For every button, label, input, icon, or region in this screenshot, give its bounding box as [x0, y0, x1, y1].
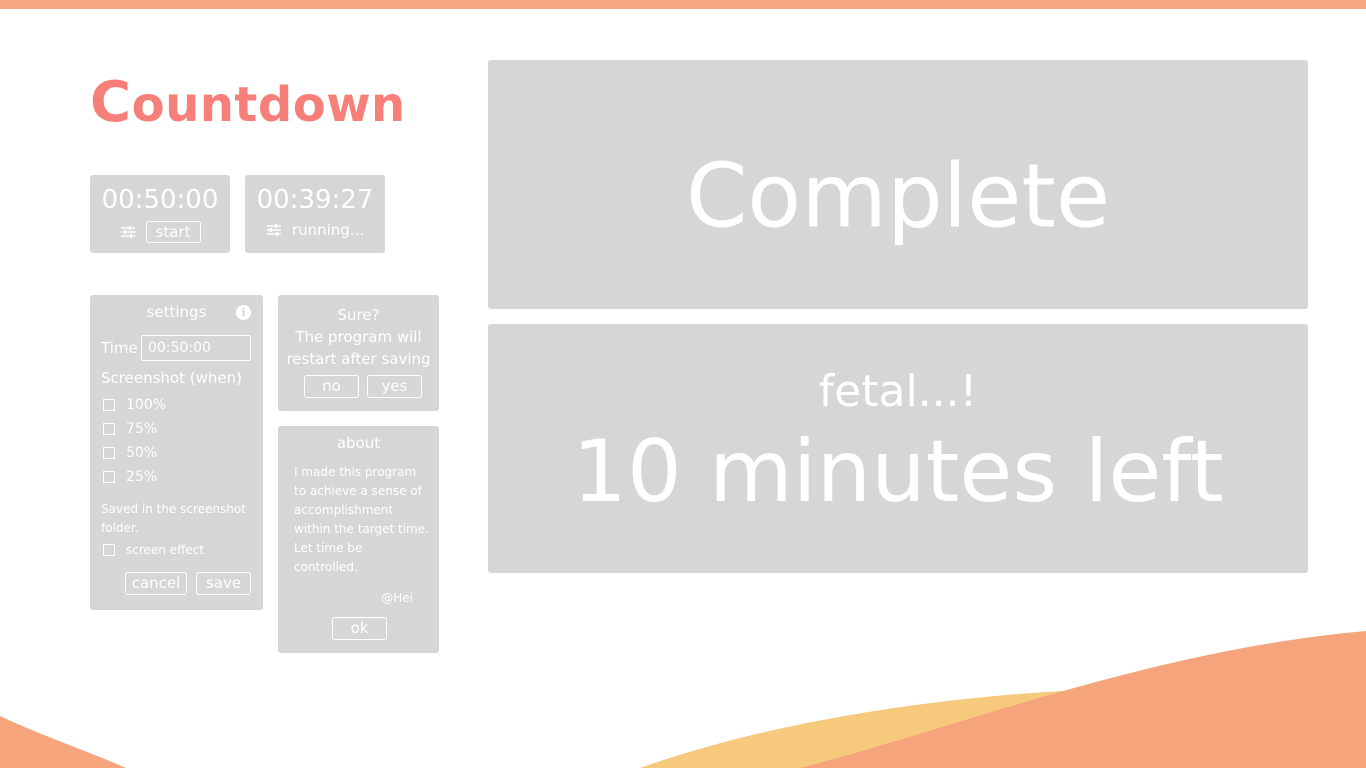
time-label: Time [101, 339, 138, 357]
complete-text: Complete [685, 144, 1111, 248]
wave-left [0, 716, 126, 768]
checkbox[interactable] [103, 471, 115, 483]
message-main-text: 10 minutes left [572, 422, 1224, 522]
cancel-button[interactable]: cancel [125, 572, 187, 595]
ok-button[interactable]: ok [332, 617, 387, 640]
option-label: 50% [126, 445, 158, 461]
timer-card-2: 00:39:27 running... [245, 175, 385, 253]
app-title-initial: C [90, 70, 132, 135]
option-25[interactable]: 25% [103, 469, 157, 485]
message-subtext: fetal...! [818, 366, 978, 417]
screenshot-note: Saved in the screenshot folder. [101, 502, 246, 535]
complete-panel: Complete [488, 60, 1308, 309]
screen-effect-option[interactable]: screen effect [103, 543, 204, 557]
confirm-line-1: Sure? [337, 306, 380, 324]
checkbox[interactable] [103, 447, 115, 459]
screenshot-label: Screenshot (when) [101, 369, 242, 387]
confirm-panel: Sure? The program will restart after sav… [278, 295, 439, 411]
option-label: 75% [126, 421, 158, 437]
message-panel: fetal...! 10 minutes left [488, 324, 1308, 573]
top-accent-bar [0, 0, 1366, 9]
about-text: I made this program to achieve a sense o… [294, 465, 429, 574]
no-button[interactable]: no [304, 375, 359, 398]
screen-effect-label: screen effect [126, 543, 205, 557]
time-input[interactable]: 00:50:00 [141, 335, 251, 361]
app-title: Countdown [90, 70, 406, 135]
option-label: 25% [126, 469, 158, 485]
confirm-message: Sure? The program will restart after sav… [278, 304, 439, 370]
option-100[interactable]: 100% [103, 397, 166, 413]
sliders-icon[interactable] [266, 223, 282, 237]
checkbox[interactable] [103, 399, 115, 411]
option-label: 100% [126, 397, 167, 413]
checkbox[interactable] [103, 544, 115, 556]
option-75[interactable]: 75% [103, 421, 157, 437]
about-heading: about [336, 434, 381, 452]
about-signature: @Hei [381, 591, 413, 605]
timer-1-time: 00:50:00 [101, 185, 219, 215]
app-title-rest: ountdown [131, 77, 406, 133]
yes-button[interactable]: yes [367, 375, 422, 398]
info-icon[interactable]: i [236, 305, 251, 320]
confirm-line-3: restart after saving [286, 350, 431, 368]
timer-2-time: 00:39:27 [256, 185, 374, 215]
confirm-line-2: The program will [295, 328, 422, 346]
start-button[interactable]: start [145, 221, 201, 243]
option-50[interactable]: 50% [103, 445, 157, 461]
wave-yellow [640, 689, 1230, 768]
settings-panel: settings i Time 00:50:00 Screenshot (whe… [90, 295, 263, 610]
sliders-icon[interactable] [120, 225, 136, 239]
wave-orange [800, 631, 1366, 768]
about-panel: about I made this program to achieve a s… [278, 426, 439, 653]
checkbox[interactable] [103, 423, 115, 435]
timer-card-1: 00:50:00 start [90, 175, 230, 253]
running-status: running... [291, 221, 365, 239]
save-button[interactable]: save [196, 572, 251, 595]
